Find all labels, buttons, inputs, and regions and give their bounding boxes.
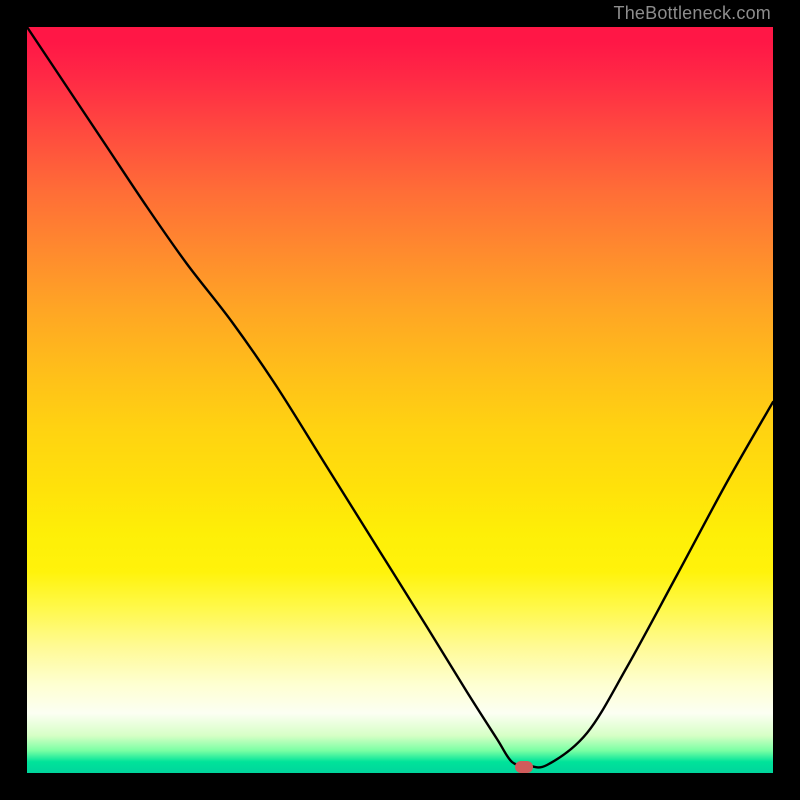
bottleneck-curve <box>27 27 773 773</box>
optimal-marker <box>515 761 533 773</box>
watermark-text: TheBottleneck.com <box>614 3 771 24</box>
plot-area <box>27 27 773 773</box>
chart-canvas: TheBottleneck.com <box>0 0 800 800</box>
